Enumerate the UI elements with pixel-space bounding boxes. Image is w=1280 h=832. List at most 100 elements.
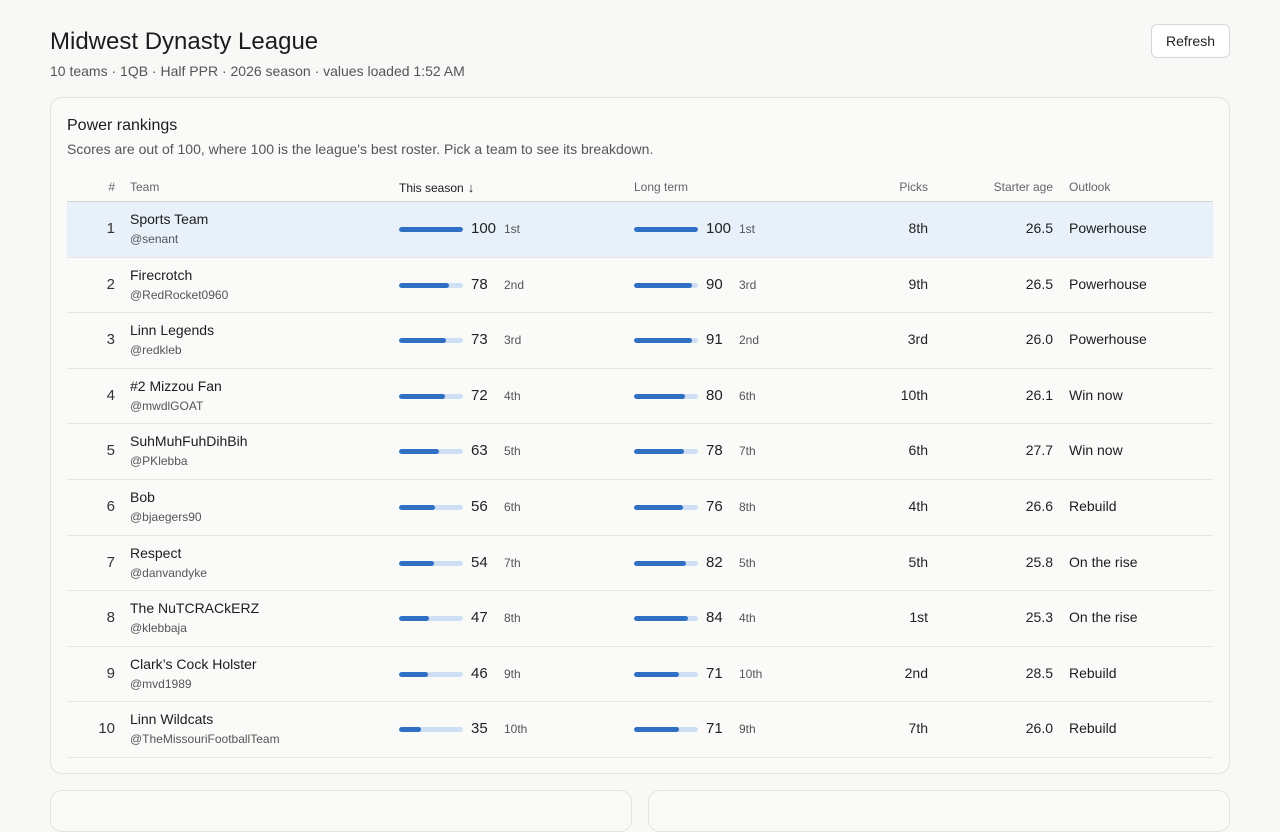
long-term-bar-fill — [634, 616, 688, 622]
long-term-bar-fill — [634, 504, 683, 510]
this-season-place: 9th — [504, 666, 521, 681]
long-term-score: 80 — [706, 386, 723, 404]
picks-rank: 9th — [908, 275, 928, 292]
rank-number: 9 — [106, 664, 115, 682]
long-term-bar-fill — [634, 671, 680, 677]
starter-age: 26.0 — [1025, 720, 1053, 737]
table-row[interactable]: 5 SuhMuhFuhDihBih @PKlebba 63 5th 78 7th 6th 27.… — [67, 424, 1213, 480]
rank-number: 7 — [106, 553, 115, 571]
table-row[interactable]: 2 Firecrotch @RedRocket0960 78 2nd 90 3rd 9th 26… — [67, 258, 1213, 314]
team-name: Firecrotch — [130, 266, 193, 283]
table-row[interactable]: 7 Respect @danvandyke 54 7th 82 5th 5th 25.8 On t… — [67, 536, 1213, 592]
team-name: The NuTCRACkERZ — [130, 600, 260, 617]
starter-age: 25.8 — [1025, 553, 1053, 570]
long-term-bar — [634, 449, 698, 455]
outlook-label: Rebuild — [1069, 664, 1117, 681]
this-season-bar — [399, 560, 463, 566]
long-term-score: 82 — [706, 553, 723, 571]
rank-number: 6 — [106, 497, 115, 515]
starter-age: 26.5 — [1025, 275, 1053, 292]
picks-rank: 4th — [908, 497, 928, 514]
column-header-picks[interactable]: Picks — [828, 180, 928, 194]
this-season-score: 72 — [471, 386, 488, 404]
long-term-bar — [634, 393, 698, 399]
long-term-score: 76 — [706, 497, 723, 515]
table-row[interactable]: 9 Clark’s Cock Holster @mvd1989 46 9th 71 10th… — [67, 647, 1213, 703]
column-header-rank: # — [108, 180, 115, 194]
long-term-bar — [634, 671, 698, 677]
this-season-score: 56 — [471, 497, 488, 515]
long-term-bar-fill — [634, 282, 692, 288]
team-name: Clark’s Cock Holster — [130, 655, 257, 672]
team-name: Bob — [130, 488, 155, 505]
outlook-label: Rebuild — [1069, 497, 1117, 514]
column-header-starter-age[interactable]: Starter age — [953, 180, 1053, 194]
starter-age: 25.3 — [1025, 609, 1053, 626]
this-season-place: 8th — [504, 611, 521, 626]
table-row[interactable]: 8 The NuTCRACkERZ @klebbaja 47 8th 84 4th 1st 25… — [67, 591, 1213, 647]
column-header-outlook[interactable]: Outlook — [1069, 180, 1110, 194]
table-row[interactable]: 10 Linn Wildcats @TheMissouriFootballTeam 3… — [67, 702, 1213, 758]
picks-rank: 5th — [908, 553, 928, 570]
table-row[interactable]: 3 Linn Legends @redkleb 73 3rd 91 2nd 3rd 26.0 Po… — [67, 313, 1213, 369]
long-term-bar — [634, 560, 698, 566]
this-season-bar-fill — [399, 393, 446, 399]
picks-rank: 3rd — [907, 331, 928, 348]
this-season-place: 7th — [504, 555, 521, 570]
this-season-place: 5th — [504, 444, 521, 459]
table-row[interactable]: 4 #2 Mizzou Fan @mwdlGOAT 72 4th 80 6th 10th 26.… — [67, 369, 1213, 425]
column-header-this-season[interactable]: This season ↓ — [399, 180, 474, 195]
table-row[interactable]: 1 Sports Team @senant 100 1st 100 1st 8th 26.5 Po… — [67, 202, 1213, 258]
long-term-place: 1st — [739, 222, 756, 236]
this-season-bar — [399, 671, 463, 677]
picks-rank: 7th — [908, 720, 928, 737]
this-season-score: 63 — [471, 442, 488, 460]
long-term-score: 91 — [706, 331, 723, 349]
this-season-bar-fill — [399, 449, 440, 455]
this-season-place: 2nd — [504, 277, 525, 292]
this-season-place: 4th — [504, 388, 521, 403]
team-name: Respect — [130, 544, 182, 561]
long-term-score: 71 — [706, 720, 723, 738]
long-term-bar — [634, 282, 698, 288]
page-title: Midwest Dynasty League — [50, 28, 319, 55]
column-header-long-term[interactable]: Long term — [634, 180, 688, 194]
rankings-table-body: 1 Sports Team @senant 100 1st 100 1st 8th 26.5 Po… — [67, 202, 1213, 758]
starter-age: 26.6 — [1025, 497, 1053, 514]
outlook-label: Win now — [1069, 442, 1123, 459]
team-name: SuhMuhFuhDihBih — [130, 433, 248, 450]
this-season-bar — [399, 616, 463, 622]
long-term-bar — [634, 338, 698, 344]
this-season-score: 73 — [471, 331, 488, 349]
rank-number: 3 — [106, 331, 115, 349]
this-season-place: 3rd — [504, 333, 522, 348]
long-term-bar-fill — [634, 449, 684, 455]
column-header-team[interactable]: Team — [130, 180, 159, 194]
long-term-place: 9th — [739, 722, 756, 737]
long-term-bar-fill — [634, 227, 698, 232]
long-term-place: 10th — [739, 666, 763, 681]
this-season-bar — [399, 393, 463, 399]
outlook-label: On the rise — [1069, 609, 1138, 626]
this-season-bar-fill — [399, 504, 435, 510]
this-season-score: 78 — [471, 275, 488, 293]
sort-descending-icon: ↓ — [467, 180, 475, 195]
outlook-label: On the rise — [1069, 553, 1138, 570]
picks-rank: 10th — [900, 386, 928, 403]
picks-rank: 8th — [908, 220, 928, 236]
this-season-bar-fill — [399, 671, 429, 677]
team-name: #2 Mizzou Fan — [130, 377, 222, 394]
long-term-score: 71 — [706, 664, 723, 682]
this-season-score: 46 — [471, 664, 488, 682]
column-header-this-season-label: This season — [399, 181, 464, 195]
rank-number: 4 — [106, 386, 115, 404]
starter-age: 27.7 — [1025, 442, 1053, 459]
team-owner-handle: @PKlebba — [130, 454, 188, 469]
this-season-bar — [399, 338, 463, 344]
rank-number: 8 — [106, 609, 115, 627]
refresh-button[interactable]: Refresh — [1150, 24, 1230, 58]
long-term-bar — [634, 616, 698, 622]
table-row[interactable]: 6 Bob @bjaegers90 56 6th 76 8th 4th 26.6 Rebuild — [67, 480, 1213, 536]
this-season-bar-fill — [399, 282, 449, 288]
this-season-bar — [399, 282, 463, 288]
